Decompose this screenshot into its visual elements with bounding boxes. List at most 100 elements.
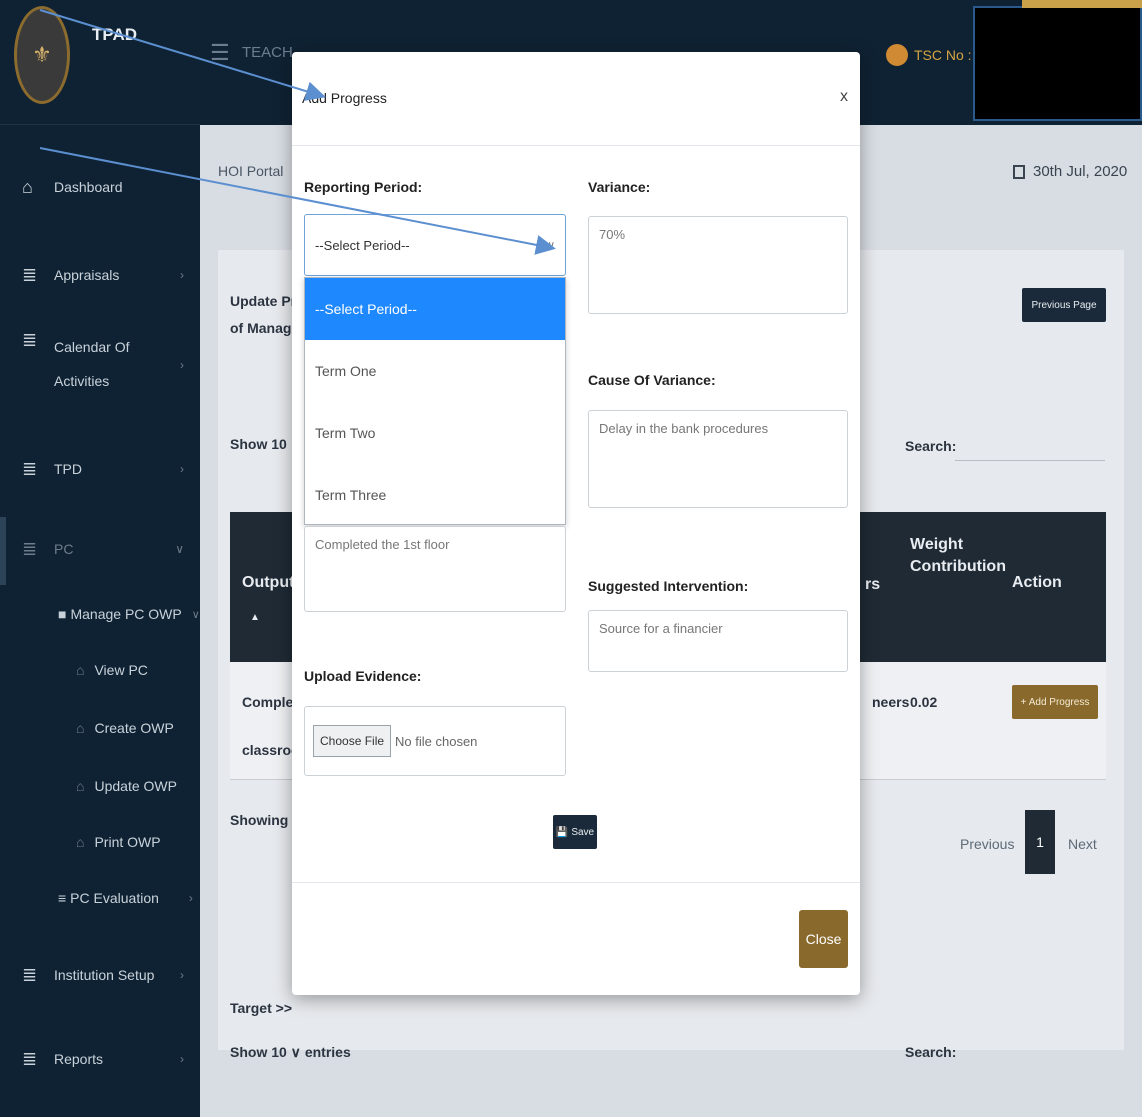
sidebar-item-label: Calendar Of Activities [54, 339, 130, 389]
reporting-period-label: Reporting Period: [304, 179, 423, 195]
chevron-right-icon: › [180, 462, 184, 476]
previous-page-button[interactable]: Previous Page [1022, 288, 1106, 322]
header-title: TEACH [242, 44, 293, 61]
previous-page-label: Previous Page [1031, 299, 1097, 311]
reporting-period-select[interactable]: --Select Period-- ∨ [304, 214, 566, 276]
add-progress-button[interactable]: + Add Progress [1012, 685, 1098, 719]
chevron-right-icon: › [180, 268, 184, 282]
chevron-right-icon: › [188, 891, 193, 905]
close-icon[interactable]: x [840, 88, 848, 106]
date-display: 30th Jul, 2020 [1013, 163, 1127, 180]
calendar-icon [1013, 164, 1025, 179]
modal-footer-divider [292, 882, 860, 883]
sidebar-item-label: Update OWP [94, 778, 177, 794]
chevron-right-icon: › [180, 358, 184, 372]
chevron-right-icon: › [180, 968, 184, 982]
home-icon: ⌂ [76, 834, 85, 850]
list-icon: ≡ [58, 890, 67, 906]
variance-field[interactable]: 70% [588, 216, 848, 314]
option-term-two[interactable]: Term Two [305, 402, 565, 464]
sidebar-item-label: Create OWP [94, 720, 174, 736]
column-weight-contribution[interactable]: Weight Contribution [910, 534, 1006, 578]
card-title: Update Pr [230, 293, 297, 309]
sidebar-item-institution-setup[interactable]: ≣ Institution Setup › [0, 958, 200, 992]
sidebar-item-label: Dashboard [54, 179, 123, 195]
variance-label: Variance: [588, 179, 651, 195]
sidebar-item-print-owp[interactable]: ⌂ Print OWP [76, 834, 161, 850]
sidebar-item-view-pc[interactable]: ⌂ View PC [76, 662, 148, 678]
breadcrumb[interactable]: HOI Portal [218, 163, 283, 179]
search-input[interactable] [955, 460, 1105, 461]
no-file-text: No file chosen [395, 733, 478, 749]
show-entries-select[interactable]: Show 10 ∨ entries [230, 1044, 351, 1061]
cell-partial: neers [872, 694, 910, 710]
sidebar-item-label: TPD [54, 461, 82, 477]
chevron-right-icon: › [180, 1052, 184, 1066]
sidebar-item-create-owp[interactable]: ⌂ Create OWP [76, 720, 174, 736]
list-icon: ≣ [22, 538, 38, 559]
pagination-next[interactable]: Next [1068, 836, 1097, 852]
list-icon: ■ [58, 606, 67, 622]
sidebar-item-label: View PC [94, 662, 148, 678]
column-action: Action [1012, 574, 1062, 591]
cell-output-cont: classroo [242, 742, 300, 758]
date-text: 30th Jul, 2020 [1033, 163, 1128, 180]
save-label: Save [571, 826, 595, 838]
chevron-down-icon: ∨ [547, 239, 555, 251]
achievement-field[interactable]: Completed the 1st floor [304, 526, 566, 612]
sort-icon[interactable]: ▲ [250, 612, 260, 623]
sidebar-item-label: PC [54, 541, 74, 557]
cell-weight: 0.02 [910, 694, 938, 710]
column-output[interactable]: Output [242, 574, 294, 592]
target-breadcrumb: Target >> [230, 1000, 292, 1016]
pagination-page-1[interactable]: 1 [1025, 810, 1055, 874]
tsc-label: TSC No : [914, 47, 972, 63]
show-entries[interactable]: Show 10 [230, 436, 287, 452]
sidebar-item-manage-pc-owp[interactable]: ■ Manage PC OWP ∨ [58, 606, 200, 622]
brand: ⚜ TPAD [0, 0, 200, 125]
home-icon: ⌂ [76, 662, 85, 678]
tsc-number[interactable]: TSC No : [886, 44, 972, 66]
list-icon: ≣ [22, 264, 38, 285]
sidebar-item-reports[interactable]: ≣ Reports › [0, 1042, 200, 1076]
cell-output: Complet [242, 694, 298, 710]
list-icon: ≣ [22, 1048, 38, 1069]
sidebar-item-label: Appraisals [54, 267, 120, 283]
file-input[interactable]: Choose File No file chosen [304, 706, 566, 776]
list-icon: ≣ [22, 964, 38, 985]
close-button[interactable]: Close [799, 910, 848, 968]
home-icon: ⌂ [76, 778, 85, 794]
add-progress-label: + Add Progress [1020, 696, 1090, 708]
suggested-intervention-field[interactable]: Source for a financier [588, 610, 848, 672]
crest-decoration [1022, 0, 1142, 8]
modal-title: Add Progress [302, 90, 387, 106]
chevron-down-icon: ∨ [191, 608, 200, 621]
sidebar-item-label: Reports [54, 1051, 104, 1067]
search-label: Search: [905, 438, 957, 454]
cause-of-variance-field[interactable]: Delay in the bank procedures [588, 410, 848, 508]
column-partial: rs [865, 576, 881, 593]
pagination-previous[interactable]: Previous [960, 836, 1014, 852]
sidebar-item-label: Manage PC OWP [70, 606, 182, 622]
sidebar-item-label: Print OWP [94, 834, 161, 850]
sidebar-item-calendar[interactable]: ≣ Calendar Of Activities › [0, 330, 200, 402]
sidebar-item-update-owp[interactable]: ⌂ Update OWP [76, 778, 177, 794]
user-avatar-icon [886, 44, 908, 66]
hamburger-icon[interactable]: ☰ [210, 40, 230, 66]
sidebar-item-appraisals[interactable]: ≣ Appraisals › [0, 258, 200, 292]
sidebar-item-pc-evaluation[interactable]: ≡ PC Evaluation › [58, 890, 193, 906]
sidebar-item-label: Institution Setup [54, 967, 155, 983]
select-value: --Select Period-- [315, 237, 410, 253]
save-button[interactable]: 💾 Save [553, 815, 597, 849]
home-icon: ⌂ [22, 176, 33, 197]
option-term-one[interactable]: Term One [305, 340, 565, 402]
option-select-period[interactable]: --Select Period-- [305, 278, 565, 340]
save-icon: 💾 [555, 826, 569, 838]
sidebar-item-dashboard[interactable]: ⌂ Dashboard [0, 170, 200, 204]
sidebar-item-label: PC Evaluation [70, 890, 159, 906]
modal-header: Add Progress x [292, 52, 860, 146]
choose-file-button[interactable]: Choose File [313, 725, 392, 757]
sidebar-item-tpd[interactable]: ≣ TPD › [0, 452, 200, 486]
option-term-three[interactable]: Term Three [305, 464, 565, 526]
sidebar-item-pc[interactable]: ≣ PC ∨ [0, 532, 200, 566]
